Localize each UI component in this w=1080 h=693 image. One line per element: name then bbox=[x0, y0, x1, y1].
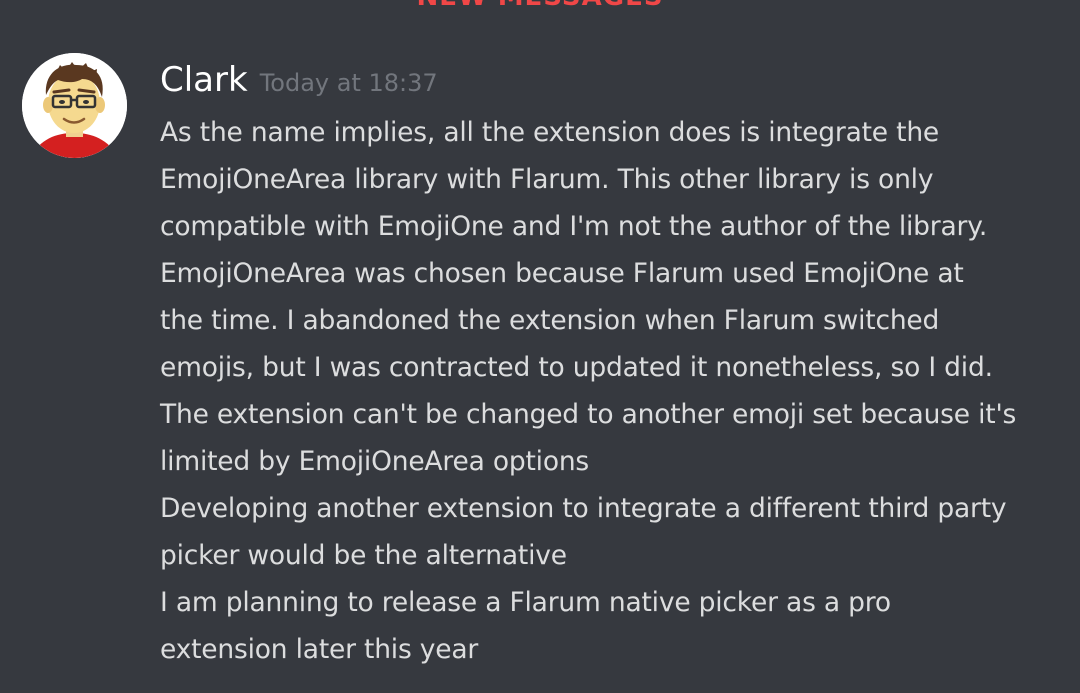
message-line: the time. I abandoned the extension when… bbox=[160, 305, 940, 336]
message-line: picker would be the alternative bbox=[160, 540, 567, 571]
message-line: emojis, but I was contracted to updated … bbox=[160, 352, 993, 383]
user-avatar[interactable] bbox=[22, 53, 127, 158]
message-line: Developing another extension to integrat… bbox=[160, 493, 1007, 524]
author-name[interactable]: Clark bbox=[160, 60, 248, 100]
message-line: limited by EmojiOneArea options bbox=[160, 446, 590, 477]
message-line: EmojiOneArea library with Flarum. This o… bbox=[160, 164, 934, 195]
message-content: As the name implies, all the extension d… bbox=[160, 109, 1060, 673]
message-line: compatible with EmojiOne and I'm not the… bbox=[160, 211, 988, 242]
message-line: The extension can't be changed to anothe… bbox=[160, 399, 1017, 430]
cartoon-man-with-glasses-avatar-icon bbox=[22, 53, 127, 158]
message-line: extension later this year bbox=[160, 634, 479, 665]
message-timestamp[interactable]: Today at 18:37 bbox=[260, 69, 438, 97]
message-line: As the name implies, all the extension d… bbox=[160, 117, 940, 148]
chat-message: Clark Today at 18:37 As the name implies,… bbox=[0, 0, 1080, 693]
message-header: Clark Today at 18:37 bbox=[160, 58, 438, 102]
message-line: I am planning to release a Flarum native… bbox=[160, 587, 891, 618]
message-line: EmojiOneArea was chosen because Flarum u… bbox=[160, 258, 964, 289]
